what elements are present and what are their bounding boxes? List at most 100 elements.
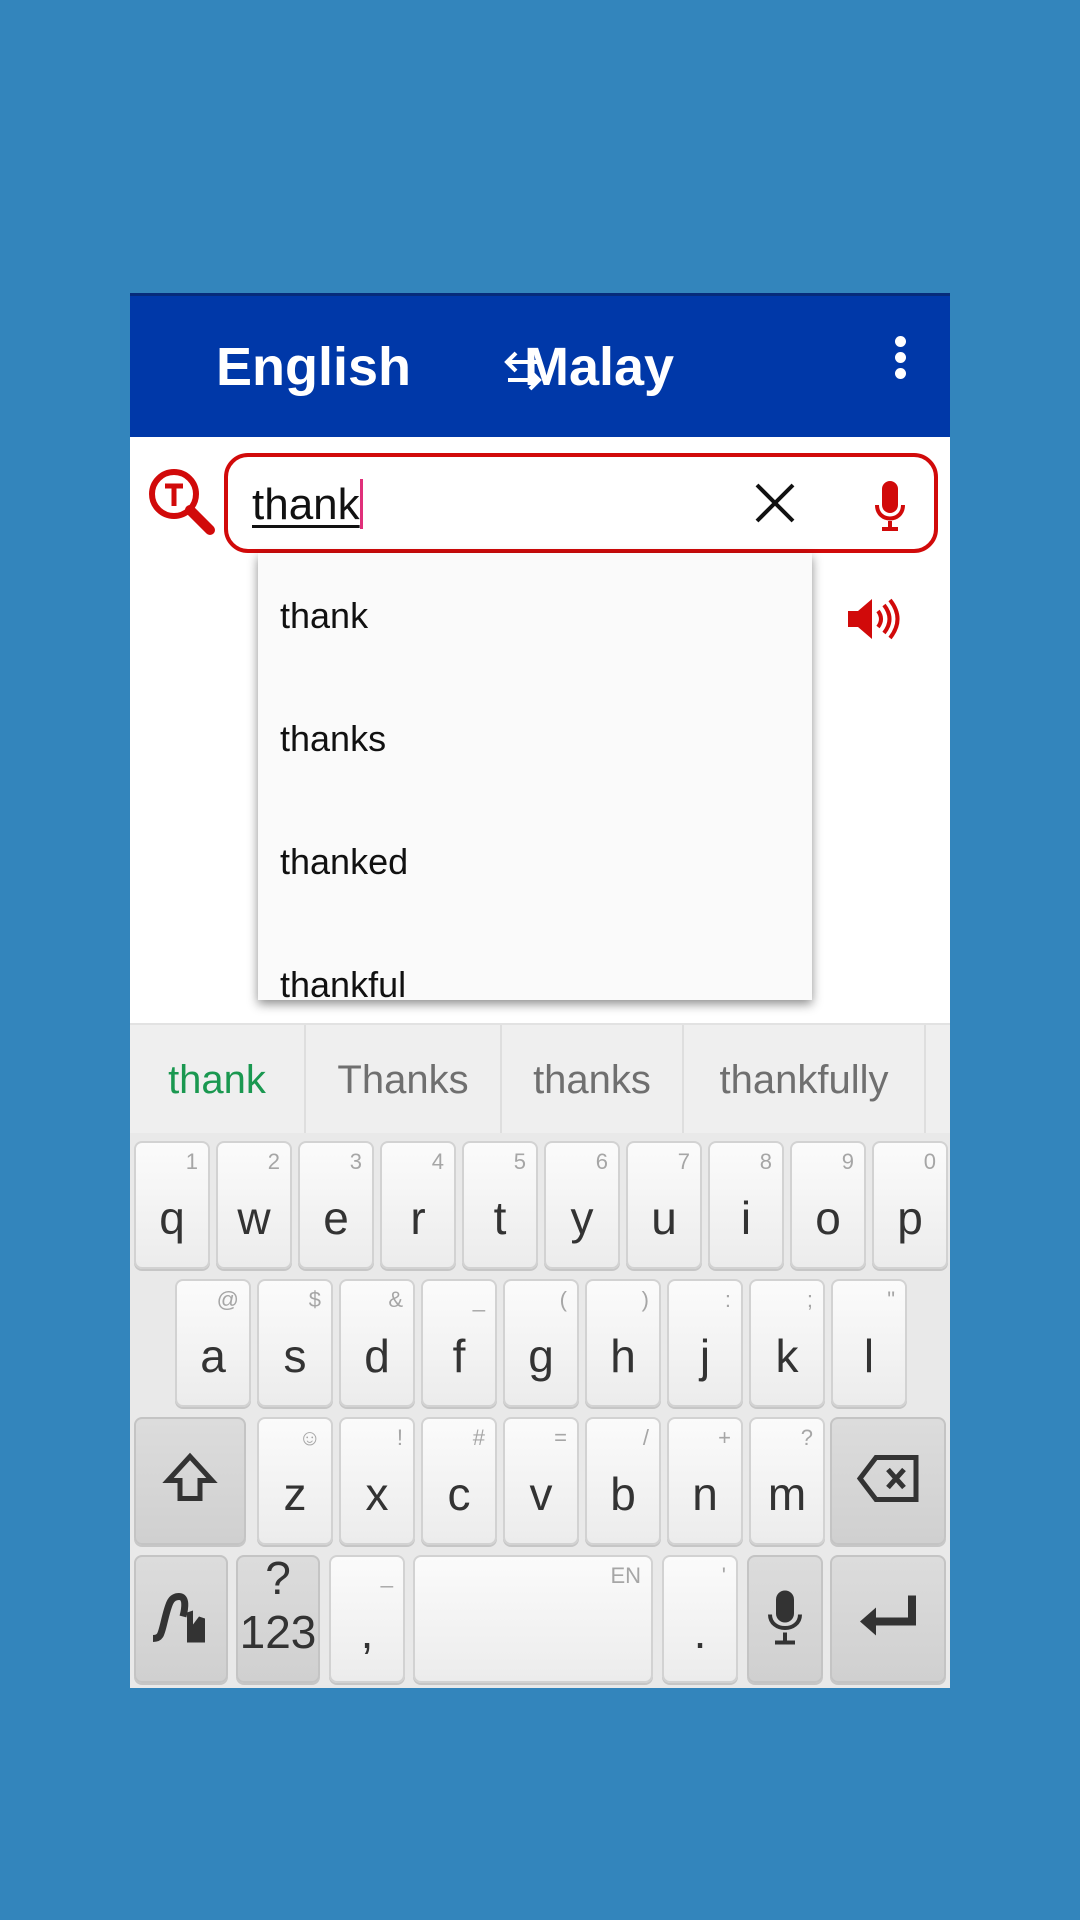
- period-key[interactable]: '.: [662, 1555, 738, 1683]
- key-hint: ?: [800, 1425, 813, 1450]
- key-label: w: [237, 1192, 271, 1244]
- key-label: m: [767, 1468, 807, 1520]
- enter-key[interactable]: [830, 1555, 946, 1683]
- key-label: s: [283, 1330, 307, 1382]
- key-hint: +: [718, 1425, 731, 1450]
- key-label: ,: [360, 1606, 374, 1658]
- key-f[interactable]: _ f: [421, 1279, 497, 1407]
- mic-key[interactable]: [747, 1555, 823, 1683]
- key-n[interactable]: + n: [667, 1417, 743, 1545]
- more-vertical-icon[interactable]: [885, 336, 915, 386]
- text-caret: [359, 479, 363, 529]
- shift-icon: [162, 1451, 218, 1512]
- key-hint: ": [887, 1287, 895, 1312]
- swipe-gesture-icon: [149, 1589, 213, 1650]
- dropdown-item[interactable]: thankful: [258, 922, 812, 1000]
- key-hint: 6: [595, 1149, 608, 1174]
- key-hint: 5: [513, 1149, 526, 1174]
- key-label: x: [365, 1468, 389, 1520]
- key-g[interactable]: (g: [503, 1279, 579, 1407]
- swipe-key[interactable]: [134, 1555, 228, 1683]
- backspace-icon: [856, 1454, 920, 1509]
- key-b[interactable]: / b: [585, 1417, 661, 1545]
- symbols-key[interactable]: ?123: [236, 1552, 320, 1683]
- key-p[interactable]: 0p: [872, 1141, 948, 1269]
- dropdown-item[interactable]: thanks: [258, 676, 812, 799]
- key-label: o: [815, 1192, 841, 1244]
- key-a[interactable]: @ a: [175, 1279, 251, 1407]
- key-label: y: [570, 1192, 594, 1244]
- dropdown-item[interactable]: thank: [258, 553, 812, 676]
- shift-key[interactable]: [134, 1417, 246, 1545]
- key-label: z: [283, 1468, 307, 1520]
- key-l[interactable]: " l: [831, 1279, 907, 1407]
- translate-search-logo-icon[interactable]: [146, 468, 216, 538]
- key-c[interactable]: # c: [421, 1417, 497, 1545]
- key-z[interactable]: ☺ z: [257, 1417, 333, 1545]
- key-label: p: [897, 1192, 923, 1244]
- key-t[interactable]: 5t: [462, 1141, 538, 1269]
- key-hint: ': [721, 1563, 726, 1588]
- key-hint: 0: [923, 1149, 936, 1174]
- key-hint: &: [388, 1287, 403, 1312]
- suggestion-item[interactable]: thanks: [502, 1025, 684, 1135]
- key-q[interactable]: 1q: [134, 1141, 210, 1269]
- key-y[interactable]: 6y: [544, 1141, 620, 1269]
- search-input[interactable]: thank: [252, 480, 360, 529]
- suggestion-item[interactable]: thank: [130, 1025, 306, 1135]
- key-hint: 3: [349, 1149, 362, 1174]
- key-hint: 9: [841, 1149, 854, 1174]
- key-k[interactable]: ; k: [749, 1279, 825, 1407]
- key-hint: :: [724, 1287, 731, 1312]
- key-label: f: [452, 1330, 466, 1382]
- key-hint: _: [472, 1287, 485, 1312]
- source-language-button[interactable]: English: [216, 336, 411, 398]
- keyboard-suggestion-bar: thank Thanks thanks thankfully: [130, 1023, 950, 1135]
- backspace-key[interactable]: [830, 1417, 946, 1545]
- key-label: d: [364, 1330, 390, 1382]
- key-m[interactable]: ? m: [749, 1417, 825, 1545]
- app-header: English Malay: [130, 293, 950, 437]
- key-label: b: [610, 1468, 636, 1520]
- key-label: q: [159, 1192, 185, 1244]
- key-j[interactable]: :j: [667, 1279, 743, 1407]
- search-field[interactable]: thank: [224, 453, 938, 553]
- key-x[interactable]: ! x: [339, 1417, 415, 1545]
- key-label: ?123: [239, 1552, 317, 1658]
- key-o[interactable]: 9o: [790, 1141, 866, 1269]
- key-label: r: [410, 1192, 426, 1244]
- close-icon[interactable]: [753, 481, 797, 525]
- key-u[interactable]: 7u: [626, 1141, 702, 1269]
- key-d[interactable]: & d: [339, 1279, 415, 1407]
- key-hint: ;: [806, 1287, 813, 1312]
- key-label: t: [493, 1192, 507, 1244]
- key-r[interactable]: 4r: [380, 1141, 456, 1269]
- enter-icon: [856, 1592, 920, 1647]
- key-s[interactable]: $ s: [257, 1279, 333, 1407]
- space-key[interactable]: EN: [413, 1555, 653, 1683]
- key-v[interactable]: = v: [503, 1417, 579, 1545]
- key-label: e: [323, 1192, 349, 1244]
- key-label: g: [528, 1330, 554, 1382]
- keyboard: 1 q 2 w 3 e 4 r 5 t 6 y 7 u 8 i 9 o 0 p @ a $ s & d _ f(g) h: j; k " l ☺ z…: [130, 1133, 950, 1688]
- key-label: .: [693, 1606, 707, 1658]
- key-h[interactable]: ) h: [585, 1279, 661, 1407]
- speaker-icon[interactable]: [846, 595, 902, 643]
- key-label: l: [863, 1330, 875, 1382]
- suggestion-item[interactable]: thankfully: [684, 1025, 926, 1135]
- key-label: i: [740, 1192, 752, 1244]
- target-language-button[interactable]: Malay: [524, 336, 674, 398]
- key-hint: =: [554, 1425, 567, 1450]
- key-i[interactable]: 8i: [708, 1141, 784, 1269]
- key-e[interactable]: 3e: [298, 1141, 374, 1269]
- key-hint: $: [308, 1287, 321, 1312]
- dropdown-item[interactable]: thanked: [258, 799, 812, 922]
- key-w[interactable]: 2w: [216, 1141, 292, 1269]
- key-label: n: [692, 1468, 718, 1520]
- suggestion-item[interactable]: Thanks: [306, 1025, 502, 1135]
- key-label: v: [529, 1468, 553, 1520]
- key-hint: ☺: [298, 1425, 321, 1450]
- comma-key[interactable]: _,: [329, 1555, 405, 1683]
- app-screen: English Malay thank thank thanks thanked…: [130, 293, 950, 1688]
- microphone-icon[interactable]: [873, 477, 907, 533]
